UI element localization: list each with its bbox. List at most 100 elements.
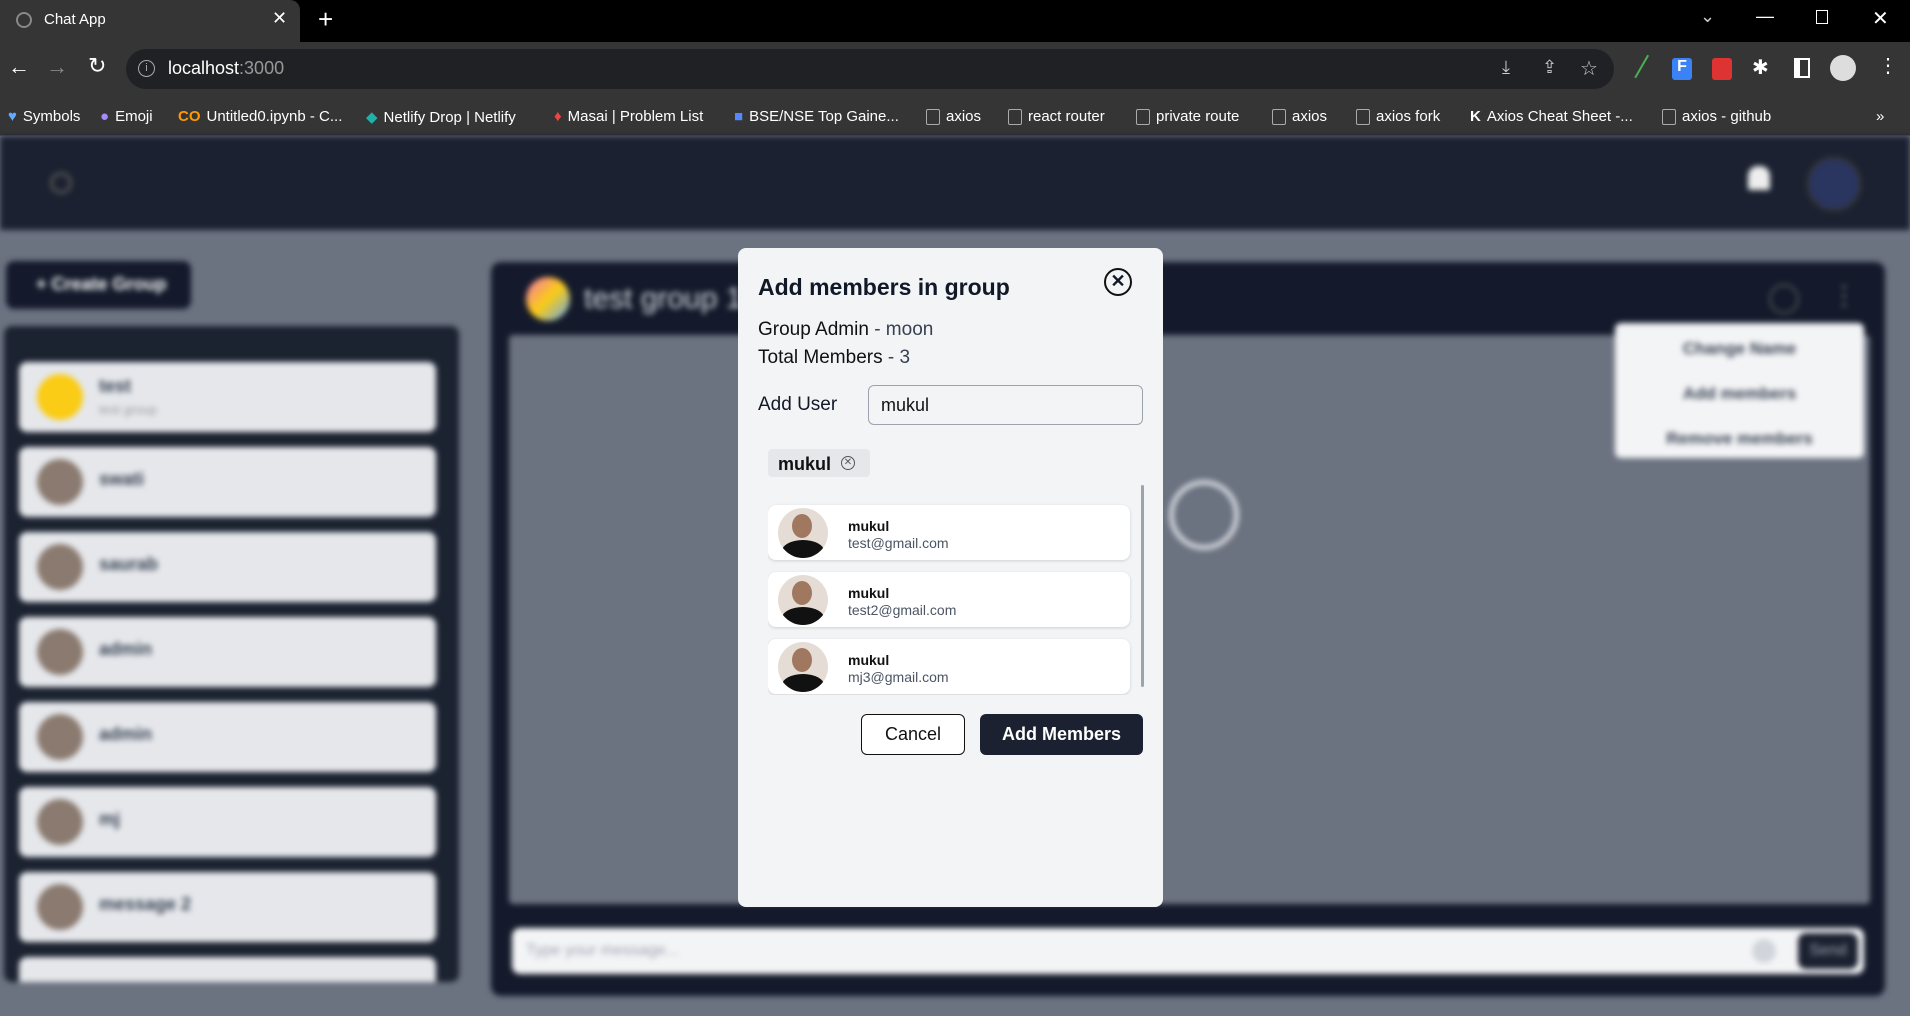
- install-icon[interactable]: ⤓: [1502, 57, 1510, 78]
- bookmark-react-router[interactable]: react router: [1008, 108, 1105, 125]
- page-icon: [926, 108, 940, 125]
- app-header: [0, 136, 1910, 230]
- menu-item-remove-members[interactable]: Remove members: [1615, 413, 1864, 458]
- minimize-icon[interactable]: —: [1756, 6, 1774, 27]
- more-bookmarks[interactable]: »: [1876, 108, 1884, 125]
- extensions-puzzle-icon[interactable]: ✱: [1752, 55, 1769, 80]
- profile-avatar[interactable]: [1830, 55, 1856, 81]
- modal-title: Add members in group: [758, 274, 1010, 300]
- chat-item[interactable]: saurab: [19, 532, 436, 602]
- chat-item[interactable]: [19, 957, 436, 982]
- chat-name: swati: [99, 469, 145, 489]
- bookmark-netlify[interactable]: ◆ Netlify Drop | Netlify: [366, 108, 516, 127]
- menu-item-change-name[interactable]: Change Name: [1615, 323, 1864, 368]
- bookmark-symbols[interactable]: ♥ Symbols: [8, 108, 80, 125]
- emoji-icon[interactable]: [1752, 939, 1776, 963]
- group-avatar: [526, 277, 570, 321]
- chat-item[interactable]: message 2: [19, 872, 436, 942]
- chat-title: test group 1: [584, 282, 743, 315]
- add-members-modal: Add members in group ✕ Group Admin - moo…: [738, 248, 1163, 907]
- back-icon[interactable]: ←: [8, 54, 30, 80]
- group-admin-line: Group Admin - moon: [758, 319, 933, 341]
- netlify-icon: ◆: [366, 109, 378, 126]
- bookmarks-bar: ♥ Symbols ● Emoji CO Untitled0.ipynb - C...…: [0, 98, 1910, 136]
- chat-name: test: [99, 376, 132, 396]
- bookmark-axios-2[interactable]: axios: [1272, 108, 1327, 125]
- remove-chip-icon[interactable]: ✕: [841, 456, 855, 470]
- info-icon[interactable]: [1769, 284, 1799, 314]
- info-icon[interactable]: i: [138, 60, 155, 77]
- masai-icon: ♦: [554, 108, 562, 125]
- chat-bubble-icon: [1169, 480, 1239, 550]
- close-tab-icon[interactable]: ✕: [272, 8, 287, 29]
- user-result[interactable]: mukul mj3@gmail.com: [768, 639, 1130, 694]
- bookmark-masai[interactable]: ♦ Masai | Problem List: [554, 108, 703, 125]
- bookmark-bse[interactable]: ■ BSE/NSE Top Gaine...: [734, 108, 899, 125]
- emoji-icon: ●: [100, 108, 110, 125]
- bookmark-emoji[interactable]: ● Emoji: [100, 108, 153, 125]
- user-name: mukul: [848, 585, 890, 601]
- tab-search-icon[interactable]: ⌄: [1700, 6, 1715, 27]
- search-icon[interactable]: [50, 172, 72, 194]
- message-placeholder: Type your message...: [526, 942, 679, 959]
- user-email: mj3@gmail.com: [848, 669, 949, 685]
- eyedropper-extension-icon[interactable]: [1634, 54, 1658, 84]
- user-name: mukul: [848, 652, 890, 668]
- bookmark-label: axios fork: [1376, 108, 1441, 125]
- kebab-menu-icon[interactable]: ⋮: [1831, 280, 1857, 311]
- chat-list: test test group swati saurab admin admin …: [4, 326, 459, 982]
- colab-icon: CO: [178, 108, 201, 125]
- side-panel-icon[interactable]: [1794, 58, 1810, 78]
- f-extension-icon[interactable]: F: [1672, 58, 1692, 80]
- user-result[interactable]: mukul test2@gmail.com: [768, 572, 1130, 627]
- bookmark-label: Netlify Drop | Netlify: [383, 108, 516, 126]
- bookmark-label: BSE/NSE Top Gaine...: [749, 108, 899, 125]
- bookmark-axios-cheat-sheet[interactable]: K Axios Cheat Sheet -...: [1470, 108, 1633, 125]
- chat-item[interactable]: swati: [19, 447, 436, 517]
- bse-icon: ■: [734, 108, 744, 125]
- restore-icon[interactable]: [1816, 10, 1828, 24]
- close-window-icon[interactable]: ✕: [1872, 6, 1889, 31]
- bookmark-axios-github[interactable]: axios - github: [1662, 108, 1771, 125]
- chat-item[interactable]: admin: [19, 617, 436, 687]
- bookmark-label: axios: [1292, 108, 1328, 125]
- chat-item[interactable]: mj: [19, 787, 436, 857]
- bell-icon[interactable]: [1748, 166, 1770, 190]
- bookmark-private-route[interactable]: private route: [1136, 108, 1239, 125]
- address-bar[interactable]: i localhost:3000 ⤓ ⇪ ☆: [126, 49, 1614, 89]
- menu-item-add-members[interactable]: Add members: [1615, 368, 1864, 413]
- send-button[interactable]: Send: [1798, 933, 1858, 969]
- forward-icon[interactable]: →: [46, 54, 68, 80]
- results-scrollbar[interactable]: [1141, 485, 1144, 687]
- bookmark-label: Emoji: [115, 108, 153, 125]
- user-avatar[interactable]: [1806, 156, 1862, 212]
- chat-item[interactable]: test test group: [19, 362, 436, 432]
- favicon-icon: [16, 12, 32, 28]
- bookmark-colab[interactable]: CO Untitled0.ipynb - C...: [178, 108, 342, 125]
- reload-icon[interactable]: ↻: [88, 53, 106, 79]
- bookmark-star-icon[interactable]: ☆: [1580, 56, 1598, 81]
- chat-item[interactable]: admin: [19, 702, 436, 772]
- add-user-input[interactable]: [868, 385, 1143, 425]
- bookmark-axios-fork[interactable]: axios fork: [1356, 108, 1440, 125]
- page-icon: [1136, 108, 1150, 125]
- k-icon: K: [1470, 108, 1481, 125]
- avatar: [37, 714, 83, 760]
- chat-name: admin: [99, 639, 153, 659]
- url-host: localhost: [168, 58, 240, 78]
- react-devtools-icon[interactable]: [1712, 58, 1732, 80]
- bookmark-axios[interactable]: axios: [926, 108, 981, 125]
- message-input[interactable]: Type your message... Send: [512, 928, 1864, 974]
- share-icon[interactable]: ⇪: [1542, 57, 1557, 78]
- avatar: [778, 642, 828, 692]
- user-name: mukul: [848, 518, 890, 534]
- user-result[interactable]: mukul test@gmail.com: [768, 505, 1130, 560]
- tab-chat-app[interactable]: Chat App ✕: [0, 0, 300, 42]
- bookmark-label: axios: [946, 108, 982, 125]
- create-group-button[interactable]: + Create Group: [6, 261, 191, 309]
- cancel-button[interactable]: Cancel: [861, 714, 965, 755]
- new-tab-icon[interactable]: +: [318, 4, 333, 35]
- close-icon[interactable]: ✕: [1104, 268, 1132, 296]
- add-members-button[interactable]: Add Members: [980, 714, 1143, 755]
- browser-menu-icon[interactable]: ⋮: [1878, 53, 1898, 78]
